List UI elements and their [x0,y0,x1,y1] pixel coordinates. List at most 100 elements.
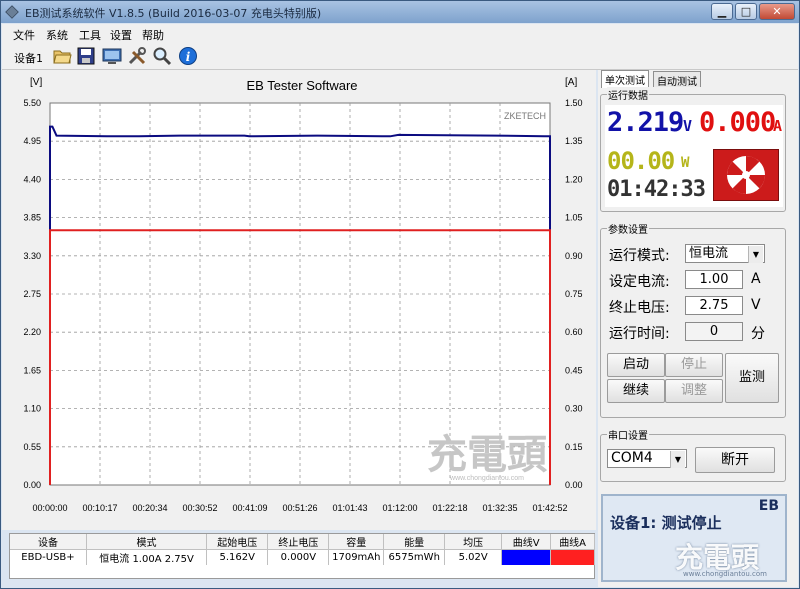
chevron-down-icon: ▼ [670,451,685,468]
status-text: 设备1: 测试停止 [610,514,722,532]
menu-tools[interactable]: 工具 [79,27,101,43]
menu-system[interactable]: 系统 [46,27,68,43]
table-header[interactable]: 能量 [383,534,446,550]
watermark-url: www.chongdiantou.com [683,570,767,578]
y-axis-ticks: 0.00 0.55 1.10 1.65 2.20 2.75 3.30 3.85 4.40 4.95… [23,98,41,490]
left-axis-unit: [V] [30,77,42,88]
serial-port-select[interactable]: COM4 ▼ [607,449,687,468]
table-header[interactable]: 模式 [86,534,208,550]
app-window: EB测试系统软件 V1.8.5 (Build 2016-03-07 充电头特别版… [0,0,800,589]
adjust-button[interactable]: 调整 [665,379,723,403]
table-cell: 恒电流 1.00A 2.75V [86,549,208,565]
y-tick-label: 5.50 [23,98,41,108]
current-readout: 0.000 [699,107,776,138]
table-row[interactable]: EBD-USB+ 恒电流 1.00A 2.75V 5.162V 0.000V 1… [10,549,595,565]
umbrella-logo-icon [713,149,779,201]
table-cell: 5.02V [444,549,503,565]
x-tick-label: 01:32:35 [482,503,517,513]
table-cell: 1709mAh [328,549,385,565]
status-corner-label: EB [758,498,779,514]
table-cell: 5.162V [206,549,269,565]
serial-port-group: 串口设置 COM4 ▼ 断开 [600,427,786,482]
disconnect-button[interactable]: 断开 [695,447,775,473]
run-time-unit: 分 [751,326,765,342]
curve-a-color-swatch[interactable] [550,549,595,565]
power-unit: W [681,155,690,171]
menu-file[interactable]: 文件 [13,27,35,43]
x-tick-label: 00:20:34 [132,503,167,513]
menu-bar: 文件 系统 工具 设置 帮助 [2,24,798,42]
right-axis-unit: [A] [565,77,577,88]
title-bar[interactable]: EB测试系统软件 V1.8.5 (Build 2016-03-07 充电头特别版… [1,1,799,23]
tools-icon[interactable] [127,46,147,66]
end-voltage-label: 终止电压: [609,300,670,316]
y-tick-label: 4.95 [23,136,41,146]
run-data-label: 运行数据 [607,87,649,102]
monitor-icon[interactable] [102,46,122,66]
result-table: 设备 模式 起始电压 终止电压 容量 能量 均压 曲线V 曲线A EBD-USB… [9,533,595,579]
table-header[interactable]: 均压 [444,534,503,550]
set-current-unit: A [751,271,761,287]
table-header[interactable]: 设备 [10,534,87,550]
table-header[interactable]: 终止电压 [267,534,330,550]
table-cell: 0.000V [267,549,330,565]
voltage-unit: V [683,117,692,135]
set-current-input[interactable]: 1.00 [685,270,743,289]
y2-tick-label: 0.75 [565,289,583,299]
window-title: EB测试系统软件 V1.8.5 (Build 2016-03-07 充电头特别版… [25,7,322,20]
x-tick-label: 00:41:09 [232,503,267,513]
table-header[interactable]: 容量 [328,534,385,550]
y2-tick-label: 1.35 [565,136,583,146]
tab-single-test[interactable]: 单次测试 [601,70,649,88]
app-icon [5,5,19,19]
close-button[interactable]: ✕ [759,3,795,20]
serial-port-value: COM4 [611,450,653,466]
x-tick-label: 00:30:52 [182,503,217,513]
save-disk-icon[interactable] [76,46,96,66]
table-header[interactable]: 曲线A [550,534,595,550]
y-tick-label: 2.20 [23,327,41,337]
current-unit: A [773,117,782,135]
info-icon[interactable]: i [178,46,198,66]
table-header[interactable]: 曲线V [501,534,552,550]
x-tick-label: 01:12:00 [382,503,417,513]
run-mode-select[interactable]: 恒电流 ▼ [685,244,765,263]
y2-tick-label: 0.60 [565,327,583,337]
run-time-label: 运行时间: [609,326,670,342]
y-tick-label: 1.10 [23,404,41,414]
y-tick-label: 0.55 [23,442,41,452]
search-icon[interactable] [152,46,172,66]
end-voltage-input[interactable]: 2.75 [685,296,743,315]
table-cell: EBD-USB+ [10,549,87,565]
y2-tick-label: 1.50 [565,98,583,108]
table-header[interactable]: 起始电压 [206,534,269,550]
parameter-settings-group: 参数设置 运行模式: 恒电流 ▼ 设定电流: 1.00 A 终止电压: 2.75… [600,221,786,418]
run-time-input[interactable]: 0 [685,322,743,341]
open-folder-icon[interactable] [52,46,72,66]
menu-settings[interactable]: 设置 [110,27,132,43]
tab-auto-test[interactable]: 自动测试 [653,71,701,88]
chart-watermark: 充電頭 [427,432,548,478]
voltage-current-chart: 0.00 0.55 1.10 1.65 2.20 2.75 3.30 3.85 4.40 4.95… [23,77,583,513]
y2-tick-label: 0.00 [565,480,583,490]
y2-tick-label: 0.30 [565,404,583,414]
set-current-label: 设定电流: [609,274,670,290]
y-tick-label: 4.40 [23,174,41,184]
monitor-button[interactable]: 监测 [725,353,779,403]
chevron-down-icon: ▼ [748,246,763,263]
table-cell: 6575mWh [383,549,446,565]
elapsed-time-readout: 01:42:33 [607,177,706,202]
end-voltage-unit: V [751,297,761,313]
run-data-group: 运行数据 2.219 V 0.000 A 00.00 W 01:42:33 [600,87,786,212]
start-button[interactable]: 启动 [607,353,665,377]
continue-button[interactable]: 继续 [607,379,665,403]
x-tick-label: 01:22:18 [432,503,467,513]
curve-v-color-swatch[interactable] [501,549,552,565]
x-tick-label: 00:00:00 [32,503,67,513]
stop-button[interactable]: 停止 [665,353,723,377]
svg-text:i: i [186,50,191,64]
minimize-button[interactable]: ▁ [711,3,733,20]
y-tick-label: 3.85 [23,213,41,223]
maximize-button[interactable]: □ [735,3,757,20]
menu-help[interactable]: 帮助 [142,27,164,43]
